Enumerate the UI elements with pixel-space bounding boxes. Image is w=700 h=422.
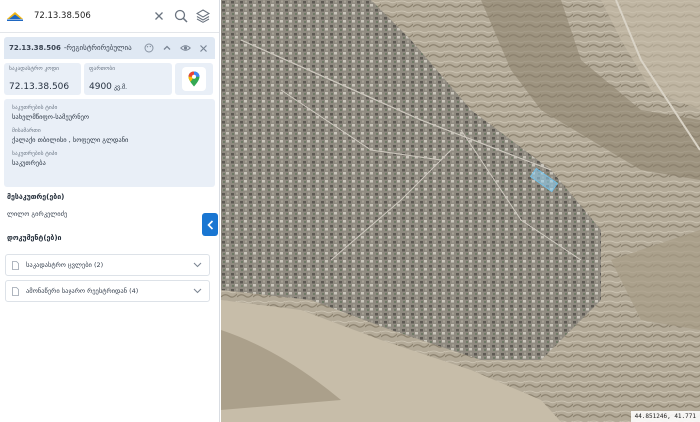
parcel-card-title: 72.13.38.506 -რეგისტრირებულია (9, 44, 138, 52)
google-maps-box (175, 63, 213, 95)
cadastral-code-value: 72.13.38.506 (9, 82, 70, 92)
info-label: საკუთრების ტიპი (12, 105, 58, 111)
clear-icon[interactable] (149, 6, 169, 26)
parcel-code: 72.13.38.506 (9, 44, 61, 52)
document-icon (12, 260, 20, 270)
close-icon[interactable] (196, 41, 210, 55)
chevron-left-icon (206, 219, 213, 230)
parcel-status: -რეგისტრირებულია (63, 44, 132, 52)
search-input[interactable] (34, 11, 147, 21)
map-pin-icon (188, 71, 200, 87)
info-item: საკუთრების ტიპი სახელმწიფო-სამეურნეო (12, 105, 207, 121)
owners-title: მესაკუთრე(ები) (7, 193, 65, 201)
app: 72.13.38.506-რეგისტრირებულია საკადასტრო … (0, 0, 700, 422)
chevron-up-icon[interactable] (160, 41, 174, 55)
cadastral-code-box: საკადასტრო კოდი 72.13.38.506 (4, 63, 81, 95)
owner-name: ლილო გირკელიძე (7, 210, 68, 218)
area-box: ფართობი 4900 კვ.მ. (84, 63, 172, 95)
side-panel: 72.13.38.506-რეგისტრირებულია საკადასტრო … (0, 0, 220, 422)
document-row-cadastral-changes[interactable]: საკადასტრო ცვლები (2) (5, 254, 210, 276)
parcel-card-header: 72.13.38.506 -რეგისტრირებულია (4, 37, 215, 59)
search-bar (0, 0, 219, 33)
eye-icon[interactable] (178, 41, 192, 55)
info-item: საკუთრების ტიპი საკუთრება (12, 151, 207, 167)
info-item: მისამართი ქალაქი თბილისი , სოფელი გლდანი (12, 128, 207, 144)
area-unit: კვ.მ. (113, 84, 127, 91)
chevron-down-icon[interactable] (191, 287, 203, 296)
coordinates-readout: 44.851246, 41.771 (630, 411, 700, 422)
document-label: ამონაწერი საჯარო რეესტრიდან (4) (26, 287, 139, 295)
search-icon[interactable] (171, 6, 191, 26)
chevron-down-icon[interactable] (191, 261, 203, 270)
documents-title: დოკუმენტ(ებ)ი (7, 234, 62, 242)
layers-icon[interactable] (193, 6, 213, 26)
google-maps-button[interactable] (182, 67, 206, 91)
info-value: სახელმწიფო-სამეურნეო (12, 113, 90, 121)
app-logo (7, 12, 23, 21)
document-label: საკადასტრო ცვლები (2) (26, 261, 104, 269)
info-label: საკუთრების ტიპი (12, 151, 58, 157)
info-label: მისამართი (12, 128, 41, 134)
area-value: 4900 (89, 82, 112, 92)
satellite-map[interactable]: 44.851246, 41.771 (221, 0, 700, 422)
area-label: ფართობი (89, 66, 116, 72)
satellite-imagery (221, 0, 700, 422)
parcel-summary: საკადასტრო კოდი 72.13.38.506 ფართობი 490… (4, 63, 215, 95)
document-icon (12, 286, 20, 296)
cadastral-code-label: საკადასტრო კოდი (9, 66, 59, 72)
collapse-panel-button[interactable] (202, 213, 218, 236)
document-row-registry-extracts[interactable]: ამონაწერი საჯარო რეესტრიდან (4) (5, 280, 210, 302)
info-value: საკუთრება (12, 159, 46, 167)
info-value: ქალაქი თბილისი , სოფელი გლდანი (12, 136, 129, 144)
parcel-info: საკუთრების ტიპი სახელმწიფო-სამეურნეო მის… (4, 99, 215, 187)
palette-icon[interactable] (142, 41, 156, 55)
